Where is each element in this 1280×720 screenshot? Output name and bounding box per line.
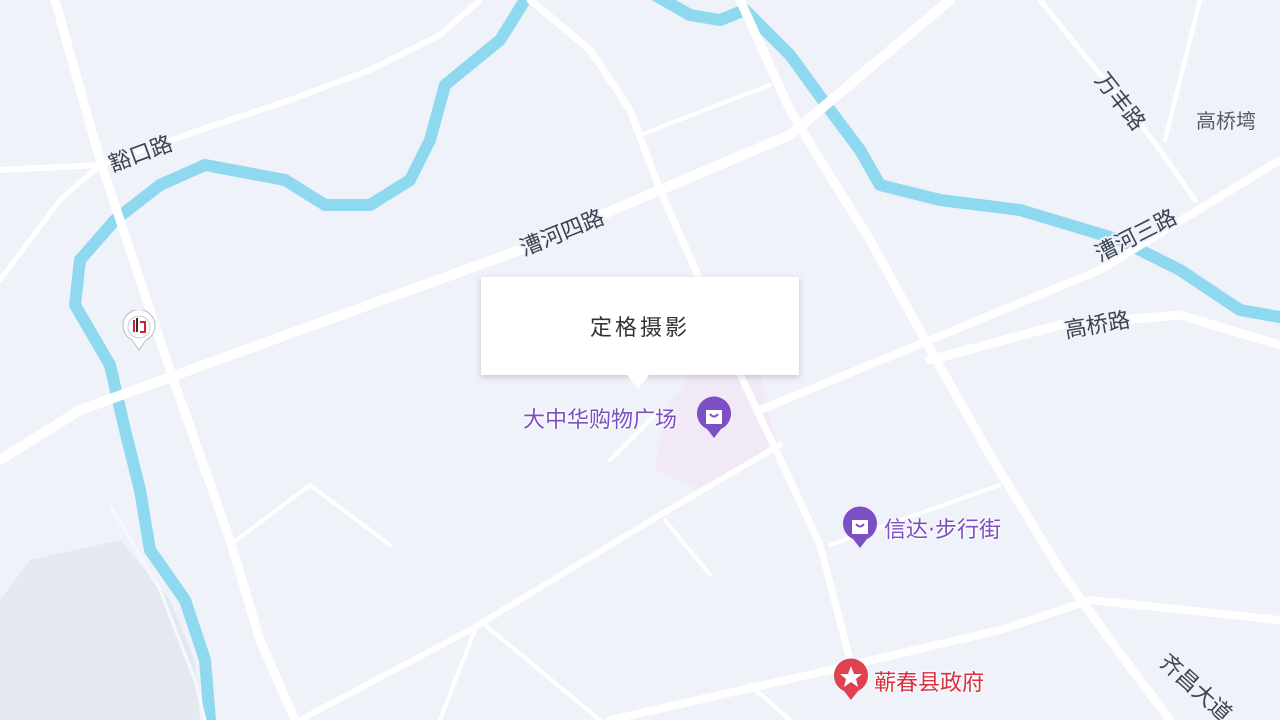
popup-pointer xyxy=(627,375,649,389)
popup-title: 定格摄影 xyxy=(589,316,690,341)
poi-label-county-government[interactable]: 蕲春县政府 xyxy=(874,665,984,697)
location-popup[interactable]: 定格摄影 xyxy=(481,277,799,375)
shopping-bag-pin-icon[interactable] xyxy=(695,396,733,440)
road-label-wanfeng: 万丰路 xyxy=(1089,68,1149,135)
road-label-caohe-4: 漕河四路 xyxy=(517,205,608,261)
gas-station-pin-icon[interactable] xyxy=(121,310,157,352)
green-area xyxy=(0,540,200,720)
poi-label-shopping-plaza[interactable]: 大中华购物广场 xyxy=(523,402,677,434)
area-label-gaoqiaowan: 高桥塆 xyxy=(1196,109,1256,133)
road-label-huokou: 豁口路 xyxy=(106,132,177,178)
poi-label-pedestrian-street[interactable]: 信达·步行街 xyxy=(884,512,1001,544)
star-pin-icon[interactable] xyxy=(832,658,870,702)
shopping-bag-pin-icon[interactable] xyxy=(841,506,879,550)
road-label-gaoqiao: 高桥路 xyxy=(1063,308,1132,344)
